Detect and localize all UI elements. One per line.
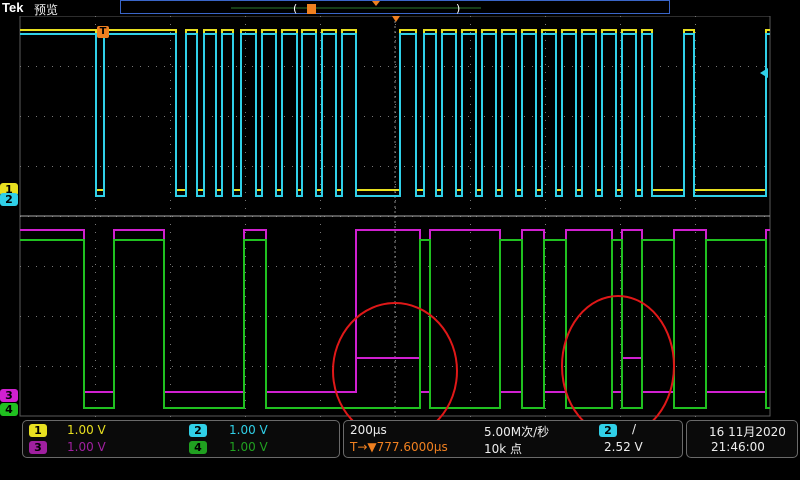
ch1-badge[interactable]: 1	[29, 424, 47, 437]
record-view-bar[interactable]: ( )	[120, 0, 670, 15]
waveform-display[interactable]: T 1 2 3 4	[0, 15, 800, 440]
trigger-position-marker[interactable]: T	[97, 26, 109, 38]
ch4-badge[interactable]: 4	[189, 441, 207, 454]
trigger-position: T→▼777.6000µs	[350, 440, 448, 454]
ch3-midlevel-pulse-2	[621, 357, 643, 392]
datetime-panel[interactable]: 16 11月2020 21:46:00	[686, 420, 798, 458]
center-trigger-triangle	[392, 16, 400, 22]
horizontal-scale: 200µs	[350, 423, 387, 437]
ch2-scale: 1.00 V	[229, 423, 268, 437]
record-length: 10k 点	[484, 442, 523, 456]
top-bar: Tek 预览 ( )	[0, 0, 800, 17]
ch3-scale: 1.00 V	[67, 440, 106, 454]
trigger-level: 2.52 V	[604, 440, 643, 454]
trigger-level-arrow[interactable]	[760, 68, 768, 78]
svg-text:): )	[456, 2, 460, 15]
brand-logo: Tek	[2, 0, 24, 15]
time: 21:46:00	[711, 440, 765, 454]
waveform-svg	[19, 15, 771, 440]
ch1-scale: 1.00 V	[67, 423, 106, 437]
ch3-midlevel-pulse-1	[355, 357, 421, 392]
ch2-level-marker[interactable]: 2	[0, 193, 18, 206]
status-bar: 1 1.00 V 2 1.00 V 3 1.00 V 4 1.00 V 200µ…	[0, 420, 800, 480]
trigger-source-badge[interactable]: 2	[599, 424, 617, 437]
ch3-badge[interactable]: 3	[29, 441, 47, 454]
trigger-slope-icon: /	[632, 422, 637, 436]
timebase-panel[interactable]: 200µs 5.00M次/秒 T→▼777.6000µs 10k 点 2 / 2…	[343, 420, 683, 458]
svg-text:(: (	[293, 2, 297, 15]
channel-scale-panel[interactable]: 1 1.00 V 2 1.00 V 3 1.00 V 4 1.00 V	[22, 420, 340, 458]
ch4-level-marker[interactable]: 4	[0, 403, 18, 416]
date: 16 11月2020	[709, 425, 786, 439]
ch2-badge[interactable]: 2	[189, 424, 207, 437]
ch3-level-marker[interactable]: 3	[0, 389, 18, 402]
sample-rate: 5.00M次/秒	[484, 425, 550, 439]
annotation-circle-2	[561, 295, 675, 437]
ch4-scale: 1.00 V	[229, 440, 268, 454]
